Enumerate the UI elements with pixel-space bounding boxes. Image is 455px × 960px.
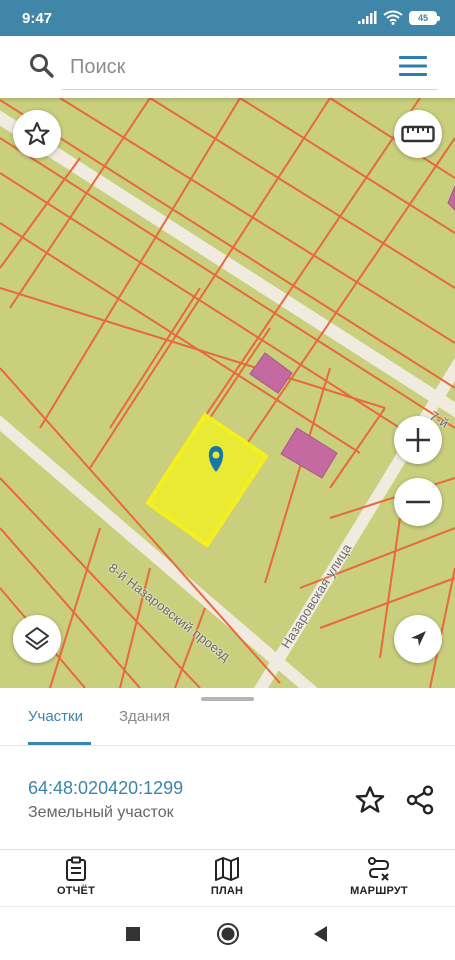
home-circle-icon[interactable] xyxy=(215,921,241,947)
screen: 9:47 45 Поиск 8-й Назаровский проезд Наз… xyxy=(0,0,455,960)
status-icons: 45 xyxy=(357,10,440,25)
star-outline-icon xyxy=(24,121,50,146)
minus-icon xyxy=(406,500,430,504)
back-triangle-icon[interactable] xyxy=(308,921,334,947)
battery-icon: 45 xyxy=(409,10,440,25)
map-canvas[interactable] xyxy=(0,98,455,688)
route-button[interactable]: МАРШРУТ xyxy=(324,854,434,906)
report-label: ОТЧЁТ xyxy=(56,885,96,897)
plan-label: ПЛАН xyxy=(210,885,244,897)
parcel-type: Земельный участок xyxy=(28,804,174,821)
report-button[interactable]: ОТЧЁТ xyxy=(21,854,131,906)
layers-icon xyxy=(25,627,49,650)
cadastral-map[interactable]: 8-й Назаровский проезд Назаровская улица… xyxy=(0,98,455,688)
navigation-arrow-icon xyxy=(411,631,426,646)
menu-icon[interactable] xyxy=(398,54,428,78)
report-icon xyxy=(66,856,86,881)
tab-parcels[interactable]: Участки xyxy=(28,708,83,746)
my-location-button[interactable] xyxy=(394,615,442,663)
star-icon[interactable] xyxy=(354,784,386,816)
route-icon xyxy=(368,857,390,881)
sheet-drag-handle[interactable] xyxy=(201,697,254,701)
zoom-out-button[interactable] xyxy=(394,478,442,526)
signal-icon xyxy=(358,10,377,24)
wifi-icon xyxy=(383,10,403,25)
tabs-divider xyxy=(0,745,455,746)
share-icon[interactable] xyxy=(404,784,436,816)
status-bar: 9:47 45 xyxy=(0,0,455,36)
zoom-in-button[interactable] xyxy=(394,416,442,464)
plan-button[interactable]: ПЛАН xyxy=(172,854,282,906)
search-input[interactable] xyxy=(62,46,438,90)
status-time: 9:47 xyxy=(22,10,53,27)
layers-button[interactable] xyxy=(13,615,61,663)
plus-icon xyxy=(406,428,430,452)
search-bar xyxy=(0,36,455,98)
map-plan-icon xyxy=(215,857,239,881)
sheet-divider xyxy=(0,849,455,850)
recents-square-icon[interactable] xyxy=(120,921,146,947)
ruler-button[interactable] xyxy=(394,110,442,158)
ruler-icon xyxy=(401,125,435,143)
bottom-sheet: Участки Здания 64:48:020420:1299 Земельн… xyxy=(0,688,455,906)
search-icon[interactable] xyxy=(28,52,56,80)
route-label: МАРШРУТ xyxy=(350,885,408,897)
cadastral-number[interactable]: 64:48:020420:1299 xyxy=(28,778,183,799)
system-nav-bar xyxy=(0,906,455,960)
tab-buildings[interactable]: Здания xyxy=(119,708,170,746)
favorites-map-button[interactable] xyxy=(13,110,61,158)
